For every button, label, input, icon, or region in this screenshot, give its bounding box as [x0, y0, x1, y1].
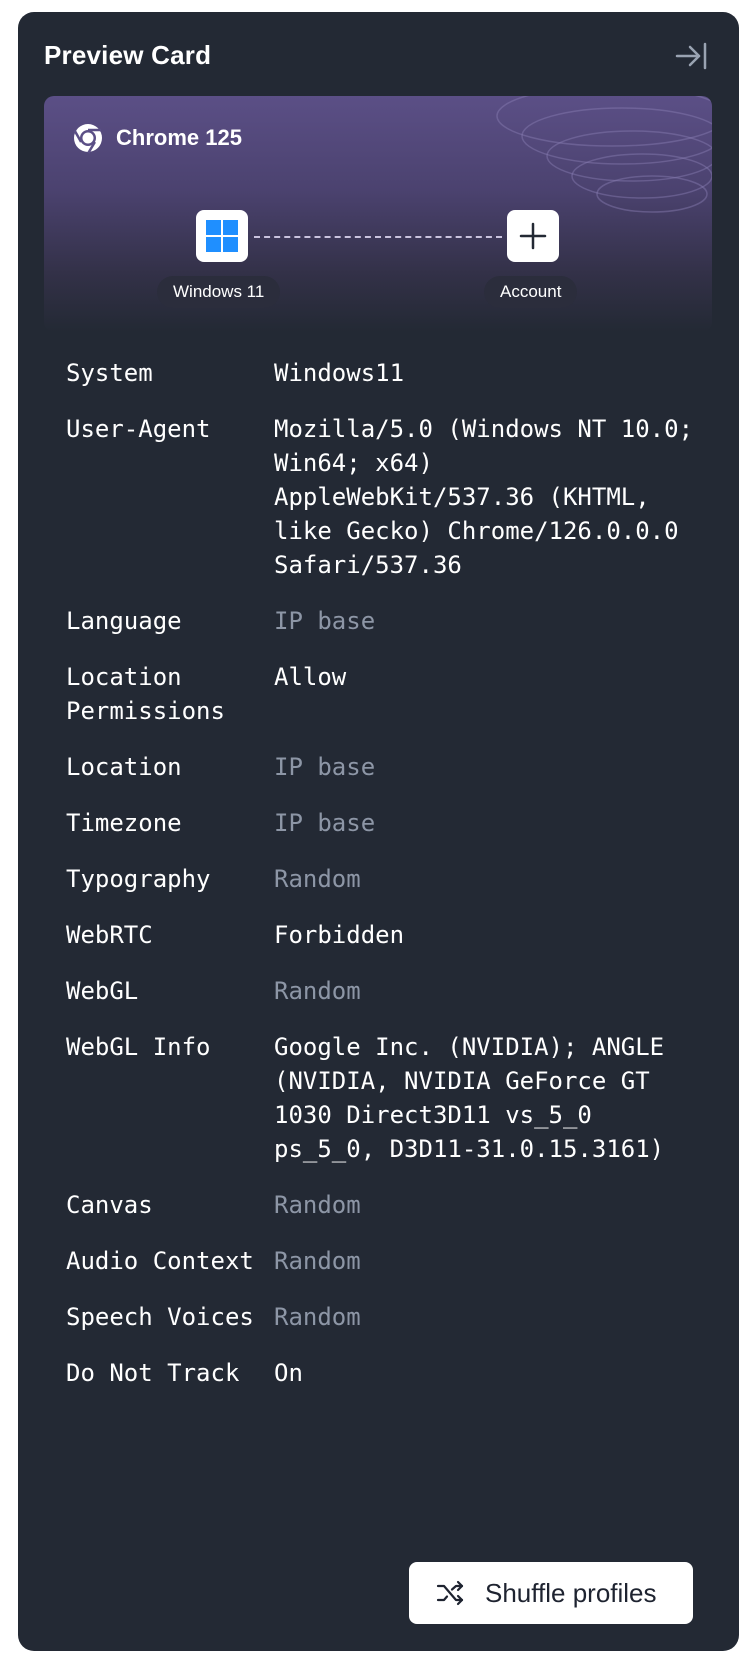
chrome-icon: [73, 124, 102, 154]
detail-row: User-Agent Mozilla/5.0 (Windows NT 10.0; …: [66, 412, 706, 582]
browser-version: Chrome 125: [72, 122, 242, 154]
fingerprint-details: System Windows11 User-Agent Mozilla/5.0 (Wi…: [66, 356, 706, 1412]
detail-value: Google Inc. (NVIDIA); ANGLE (NVIDIA, NVI…: [274, 1033, 665, 1163]
detail-row: WebRTC Forbidden: [66, 918, 706, 952]
detail-label: Do Not Track: [66, 1359, 240, 1387]
detail-value: Random: [274, 1247, 361, 1275]
detail-row: WebGL Random: [66, 974, 706, 1008]
detail-row: WebGL Info Google Inc. (NVIDIA); ANGLE (N…: [66, 1030, 706, 1166]
detail-row: Audio Context Random: [66, 1244, 706, 1278]
detail-value: Allow: [274, 663, 347, 691]
detail-row: Typography Random: [66, 862, 706, 896]
detail-label: Location Permissions: [66, 663, 225, 725]
detail-value: Random: [274, 1303, 361, 1331]
windows-icon: [206, 220, 238, 252]
preview-card: Preview Card Chrome 125 Windows 11 Accou…: [18, 12, 739, 1651]
detail-label: Location: [66, 753, 182, 781]
detail-row: Language IP base: [66, 604, 706, 638]
decorative-swirl: [496, 96, 712, 213]
card-title: Preview Card: [44, 40, 212, 70]
detail-row: Timezone IP base: [66, 806, 706, 840]
detail-row: Location Permissions Allow: [66, 660, 706, 728]
detail-row: Do Not Track On: [66, 1356, 706, 1390]
detail-label: Audio Context: [66, 1247, 254, 1275]
profile-hero: Chrome 125 Windows 11 Account: [44, 96, 712, 332]
detail-value: IP base: [274, 607, 376, 635]
detail-label: WebRTC: [66, 921, 153, 949]
detail-label: WebGL: [66, 977, 139, 1005]
detail-value: Random: [274, 1191, 361, 1219]
shuffle-profiles-button[interactable]: Shuffle profiles: [409, 1562, 693, 1624]
detail-label: Speech Voices: [66, 1303, 254, 1331]
detail-value: IP base: [274, 809, 376, 837]
detail-label: Typography: [66, 865, 211, 893]
detail-row: System Windows11: [66, 356, 706, 390]
detail-value: Windows11: [274, 359, 405, 387]
collapse-button[interactable]: [673, 38, 709, 74]
account-label: Account: [484, 276, 578, 308]
detail-value: Random: [274, 865, 361, 893]
os-node: [196, 210, 248, 262]
detail-label: Timezone: [66, 809, 182, 837]
add-account-button[interactable]: [507, 210, 559, 262]
collapse-panel-icon: [675, 42, 707, 70]
detail-value: Forbidden: [274, 921, 405, 949]
detail-label: Language: [66, 607, 182, 635]
detail-row: Speech Voices Random: [66, 1300, 706, 1334]
detail-value: IP base: [274, 753, 376, 781]
detail-label: WebGL Info: [66, 1033, 211, 1061]
browser-label: Chrome 125: [116, 125, 242, 150]
detail-label: Canvas: [66, 1191, 153, 1219]
detail-label: System: [66, 359, 153, 387]
connector-line: [254, 236, 502, 238]
detail-label: User-Agent: [66, 415, 211, 443]
shuffle-icon: [436, 1580, 464, 1606]
plus-icon: [519, 222, 547, 250]
detail-value: On: [274, 1359, 303, 1387]
shuffle-label: Shuffle profiles: [485, 1577, 657, 1608]
os-label: Windows 11: [157, 276, 281, 308]
detail-value: Mozilla/5.0 (Windows NT 10.0; Win64; x64…: [274, 415, 694, 579]
detail-value: Random: [274, 977, 361, 1005]
detail-row: Location IP base: [66, 750, 706, 784]
detail-row: Canvas Random: [66, 1188, 706, 1222]
